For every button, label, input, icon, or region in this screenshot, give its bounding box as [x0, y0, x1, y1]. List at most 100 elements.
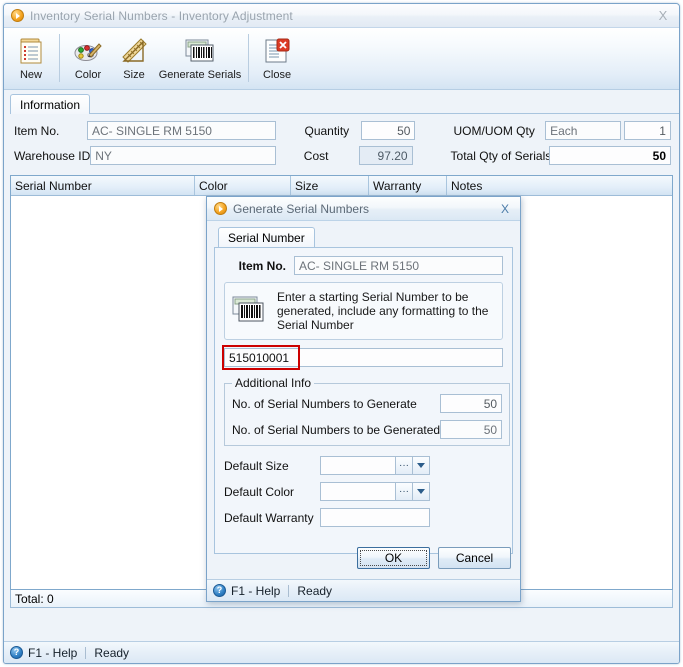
toolbar-button-close[interactable]: Close — [254, 32, 300, 86]
uom-field[interactable]: Each — [545, 121, 621, 140]
ok-button[interactable]: OK — [357, 547, 430, 569]
dialog-tab-serial-number[interactable]: Serial Number — [218, 227, 315, 247]
default-size-row: Default Size ··· — [224, 456, 503, 475]
uom-label: UOM/UOM Qty — [453, 123, 535, 138]
grid-column-serial-number[interactable]: Serial Number — [11, 176, 195, 195]
hint-box: Enter a starting Serial Number to be gen… — [224, 282, 503, 340]
toolbar-label-close: Close — [262, 69, 292, 81]
dialog-status-bar: ? F1 - Help Ready — [207, 579, 520, 601]
hint-text: Enter a starting Serial Number to be gen… — [277, 290, 489, 332]
information-form: Item No. AC- SINGLE RM 5150 Quantity 50 … — [10, 114, 673, 173]
dialog-status-divider — [288, 584, 290, 597]
toolbar-label-new: New — [19, 69, 42, 81]
toolbar-button-new[interactable]: New — [8, 32, 54, 86]
play-circle-icon — [11, 9, 24, 22]
warehouse-field[interactable]: NY — [90, 146, 276, 165]
item-no-label: Item No. — [14, 123, 60, 138]
grid-column-color[interactable]: Color — [195, 176, 291, 195]
default-color-combo[interactable]: ··· — [320, 482, 430, 501]
ok-button-label: OK — [384, 551, 403, 565]
generated-count-label: No. of Serial Numbers to be Generated — [232, 422, 441, 437]
default-size-combo[interactable]: ··· — [320, 456, 430, 475]
default-size-label: Default Size — [224, 458, 289, 473]
default-color-value[interactable] — [321, 483, 395, 500]
toolbar: New Color Size Generate Serials Close — [4, 28, 679, 90]
additional-info-legend: Additional Info — [235, 376, 312, 390]
help-circle-icon[interactable]: ? — [213, 584, 226, 597]
default-color-ellipsis-button[interactable]: ··· — [395, 483, 412, 500]
main-window: Inventory Serial Numbers - Inventory Adj… — [3, 3, 680, 664]
tab-underline — [10, 113, 679, 114]
new-document-icon — [16, 34, 46, 67]
default-color-chevron-down-icon[interactable] — [412, 483, 429, 500]
default-warranty-field[interactable] — [320, 508, 430, 527]
uom-qty-field[interactable]: 1 — [623, 121, 671, 140]
cancel-button-label: Cancel — [455, 551, 494, 565]
default-color-row: Default Color ··· — [224, 482, 503, 501]
barcode-icon — [184, 34, 216, 67]
dialog-help-label[interactable]: F1 - Help — [231, 584, 280, 598]
dialog-button-bar: OK Cancel — [357, 547, 511, 569]
ruler-triangle-icon — [119, 34, 149, 67]
dialog-tab-serial-number-label: Serial Number — [228, 230, 305, 245]
dialog-tab-strip: Serial Number — [218, 227, 513, 247]
additional-info-group: Additional Info No. of Serial Numbers to… — [224, 376, 511, 446]
generate-count-field[interactable]: 50 — [440, 394, 503, 413]
toolbar-separator-2 — [248, 34, 249, 82]
generate-count-label: No. of Serial Numbers to Generate — [232, 396, 417, 411]
warehouse-label: Warehouse ID — [14, 148, 91, 163]
quantity-field[interactable]: 50 — [360, 121, 416, 140]
main-status-bar: ? F1 - Help Ready — [4, 641, 679, 663]
dialog-body: Serial Number Item No. AC- SINGLE RM 515… — [207, 221, 520, 579]
total-qty-field: 50 — [548, 146, 671, 165]
toolbar-separator — [59, 34, 60, 82]
total-qty-label: Total Qty of Serials — [450, 148, 552, 163]
default-warranty-row: Default Warranty — [224, 508, 503, 527]
title-bar: Inventory Serial Numbers - Inventory Adj… — [4, 4, 679, 28]
play-circle-icon — [214, 202, 227, 215]
generate-serial-numbers-dialog: Generate Serial Numbers X Serial Number … — [206, 196, 521, 602]
dialog-title: Generate Serial Numbers — [233, 201, 370, 216]
dialog-title-bar: Generate Serial Numbers X — [207, 197, 520, 221]
close-document-icon — [262, 34, 292, 67]
dialog-item-no-field[interactable]: AC- SINGLE RM 5150 — [294, 256, 503, 275]
barcode-window-icon — [231, 293, 267, 330]
default-size-ellipsis-button[interactable]: ··· — [395, 457, 412, 474]
dialog-item-no-row: Item No. AC- SINGLE RM 5150 — [224, 256, 503, 275]
cancel-button[interactable]: Cancel — [438, 547, 511, 569]
status-state-label: Ready — [94, 645, 130, 660]
default-color-label: Default Color — [224, 484, 295, 499]
quantity-label: Quantity — [304, 123, 350, 138]
tab-information-label: Information — [20, 97, 81, 112]
status-divider — [85, 646, 87, 659]
serial-start-input[interactable]: 515010001 — [224, 348, 503, 367]
help-label[interactable]: F1 - Help — [28, 646, 77, 660]
dialog-close-button[interactable]: X — [492, 199, 518, 219]
default-size-value[interactable] — [321, 457, 395, 474]
toolbar-button-size[interactable]: Size — [111, 32, 157, 86]
window-title: Inventory Serial Numbers - Inventory Adj… — [30, 8, 293, 23]
grid-column-notes[interactable]: Notes — [447, 176, 672, 195]
form-row-1: Item No. AC- SINGLE RM 5150 Quantity 50 … — [14, 120, 671, 141]
serial-input-wrapper: 515010001 — [222, 345, 503, 370]
tab-information[interactable]: Information — [10, 94, 91, 114]
grid-column-warranty[interactable]: Warranty — [369, 176, 447, 195]
generated-count-row: No. of Serial Numbers to be Generated 50 — [232, 420, 503, 439]
default-warranty-label: Default Warranty — [224, 510, 314, 525]
generate-count-row: No. of Serial Numbers to Generate 50 — [232, 394, 503, 413]
help-circle-icon[interactable]: ? — [10, 646, 23, 659]
grid-column-size[interactable]: Size — [291, 176, 369, 195]
grid-total-label: Total: 0 — [15, 591, 54, 606]
toolbar-button-color[interactable]: Color — [65, 32, 111, 86]
toolbar-label-size: Size — [123, 69, 145, 81]
cost-field: 97.20 — [358, 146, 413, 165]
toolbar-button-generate-serials[interactable]: Generate Serials — [157, 32, 243, 86]
window-close-button[interactable]: X — [649, 6, 677, 26]
color-palette-icon — [73, 34, 103, 67]
dialog-item-no-label: Item No. — [238, 258, 286, 273]
default-size-chevron-down-icon[interactable] — [412, 457, 429, 474]
toolbar-label-generate-serials: Generate Serials — [158, 69, 242, 81]
item-no-field[interactable]: AC- SINGLE RM 5150 — [86, 121, 277, 140]
generated-count-field: 50 — [440, 420, 503, 439]
dialog-status-state-label: Ready — [297, 583, 333, 598]
